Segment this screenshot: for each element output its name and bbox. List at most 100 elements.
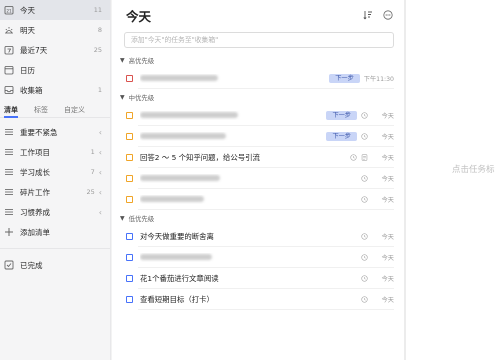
task-title: 查看短期目标（打卡） <box>140 295 214 304</box>
sidebar-item-smart[interactable]: 收集箱 1 <box>0 80 110 100</box>
task-checkbox[interactable] <box>126 175 133 182</box>
task-checkbox[interactable] <box>126 112 133 119</box>
reminder-icon <box>361 112 368 119</box>
add-task-input[interactable] <box>131 36 387 44</box>
sidebar-item-label: 日历 <box>20 65 35 75</box>
task-checkbox[interactable] <box>126 154 133 161</box>
task-date[interactable]: 下午11:30 <box>364 74 394 83</box>
detail-empty-hint: 点击任务标 <box>452 165 495 175</box>
task-row[interactable]: 下一步 下午11:30 <box>112 68 404 89</box>
task-date[interactable]: 今天 <box>372 132 394 141</box>
sidebar-item-count: 7 <box>90 168 95 176</box>
inbox-icon <box>4 85 14 95</box>
redacted-text <box>140 112 238 118</box>
section-header[interactable]: ▼ 低优先级 <box>112 210 404 226</box>
tag-badge[interactable]: 下一步 <box>329 74 360 83</box>
redacted-text <box>140 175 220 181</box>
sidebar-item-list[interactable]: 重要不紧急 ‹ <box>0 122 110 142</box>
task-row[interactable]: 下一步 今天 <box>112 126 404 147</box>
sidebar-item-list[interactable]: 习惯养成 ‹ <box>0 202 110 222</box>
redacted-text <box>140 254 212 260</box>
sidebar-item-count: 25 <box>93 46 102 54</box>
task-date[interactable]: 今天 <box>372 195 394 204</box>
sidebar-item-smart[interactable]: 日历 <box>0 60 110 80</box>
sort-icon[interactable] <box>362 9 374 21</box>
more-options-icon[interactable] <box>382 9 394 21</box>
redacted-text <box>140 133 226 139</box>
task-row[interactable]: 今天 <box>112 168 404 189</box>
sidebar-item-smart[interactable]: 21 今天 11 <box>0 0 110 20</box>
task-title <box>140 195 361 204</box>
task-date[interactable]: 今天 <box>372 253 394 262</box>
chevron-left-icon[interactable]: ‹ <box>99 188 102 197</box>
sidebar-item-smart[interactable]: 最近7天 25 <box>0 40 110 60</box>
sidebar-item-count: 8 <box>97 26 102 34</box>
tag-badge[interactable]: 下一步 <box>326 111 357 120</box>
task-checkbox[interactable] <box>126 133 133 140</box>
section-header[interactable]: ▼ 中优先级 <box>112 89 404 105</box>
task-sections: ▼ 高优先级 下一步 下午11:30 ▼ 中优先级 下一步 今天 下一步 今天 回答2 ～ 5 个知… <box>112 52 404 310</box>
completed-label: 已完成 <box>20 260 43 270</box>
reminder-icon <box>361 275 368 282</box>
task-row[interactable]: 对今天做重要的断舍离 今天 <box>112 226 404 247</box>
task-checkbox[interactable] <box>126 275 133 282</box>
task-date[interactable]: 今天 <box>372 274 394 283</box>
task-checkbox[interactable] <box>126 296 133 303</box>
sidebar-item-label: 收集箱 <box>20 85 43 95</box>
task-date[interactable]: 今天 <box>372 295 394 304</box>
task-checkbox[interactable] <box>126 75 133 82</box>
sidebar-item-list[interactable]: 碎片工作 25 ‹ <box>0 182 110 202</box>
list-icon <box>4 207 14 217</box>
task-row[interactable]: 下一步 今天 <box>112 105 404 126</box>
list-icon <box>4 127 14 137</box>
tag-badge[interactable]: 下一步 <box>326 132 357 141</box>
task-date[interactable]: 今天 <box>372 111 394 120</box>
sidebar-item-list[interactable]: 工作项目 1 ‹ <box>0 142 110 162</box>
chevron-left-icon[interactable]: ‹ <box>99 128 102 137</box>
task-row[interactable]: 今天 <box>112 189 404 210</box>
chevron-left-icon[interactable]: ‹ <box>99 148 102 157</box>
task-row[interactable]: 花1个番茄进行文章阅读 今天 <box>112 268 404 289</box>
section-title: 高优先级 <box>128 56 155 65</box>
task-date[interactable]: 今天 <box>372 232 394 241</box>
task-date[interactable]: 今天 <box>372 174 394 183</box>
section-header[interactable]: ▼ 高优先级 <box>112 52 404 68</box>
chevron-left-icon[interactable]: ‹ <box>99 208 102 217</box>
task-title <box>140 132 326 141</box>
task-title: 对今天做重要的断舍离 <box>140 232 214 241</box>
smart-lists: 21 今天 11 明天 8 最近7天 25 日历收集箱 1 <box>0 0 110 100</box>
sidebar-item-label: 明天 <box>20 25 35 35</box>
list-icon <box>4 187 14 197</box>
tab-custom[interactable]: 自定义 <box>64 102 85 118</box>
task-title <box>140 174 361 183</box>
task-date[interactable]: 今天 <box>372 153 394 162</box>
calendar-icon <box>4 65 14 75</box>
caret-down-icon: ▼ <box>120 56 125 64</box>
chevron-left-icon[interactable]: ‹ <box>99 168 102 177</box>
task-row[interactable]: 回答2 ～ 5 个知乎问题，给公号引流 今天 <box>112 147 404 168</box>
sidebar-item-list[interactable]: 学习成长 7 ‹ <box>0 162 110 182</box>
sidebar-item-label: 最近7天 <box>20 45 48 55</box>
task-row[interactable]: 今天 <box>112 247 404 268</box>
list-icon <box>4 147 14 157</box>
sidebar-item-label: 今天 <box>20 5 35 15</box>
sidebar-item-count: 25 <box>86 188 95 196</box>
tab-lists[interactable]: 清单 <box>4 102 18 118</box>
sidebar-item-completed[interactable]: 已完成 <box>0 255 110 275</box>
sidebar: 21 今天 11 明天 8 最近7天 25 日历收集箱 1 清单 标签 自定义 重要不紧急 ‹ 工作… <box>0 0 111 360</box>
tab-tags[interactable]: 标签 <box>34 102 48 118</box>
task-list-panel: 今天 ▼高优先级下一步下午11:30▼中优先级下一步今天下一步今天回答2 ～ 5… <box>112 0 404 360</box>
reminder-icon <box>361 296 368 303</box>
task-checkbox[interactable] <box>126 196 133 203</box>
section-title: 低优先级 <box>128 214 155 223</box>
task-title: 花1个番茄进行文章阅读 <box>140 274 219 283</box>
add-list-button[interactable]: 添加清单 <box>0 222 110 242</box>
add-list-label: 添加清单 <box>20 227 50 237</box>
reminder-icon <box>350 154 357 161</box>
task-row[interactable]: 查看短期目标（打卡） 今天 <box>112 289 404 310</box>
page-title: 今天 <box>126 8 152 24</box>
task-checkbox[interactable] <box>126 254 133 261</box>
plus-icon <box>4 227 14 237</box>
task-checkbox[interactable] <box>126 233 133 240</box>
sidebar-item-smart[interactable]: 明天 8 <box>0 20 110 40</box>
